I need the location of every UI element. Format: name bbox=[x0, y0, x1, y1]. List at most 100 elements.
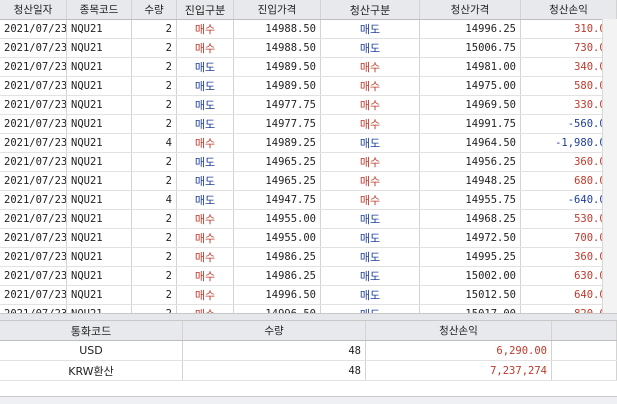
cell-close-date: 2021/07/23 bbox=[0, 171, 67, 191]
cell-entry-side: 매수 bbox=[176, 266, 234, 286]
header-close-date[interactable]: 청산일자 bbox=[0, 0, 67, 20]
summary-header-quantity[interactable]: 수량 bbox=[182, 321, 366, 341]
cell-quantity: 2 bbox=[131, 152, 177, 172]
cell-entry-side: 매수 bbox=[176, 228, 234, 248]
cell-entry-side: 매수 bbox=[176, 133, 234, 153]
cell-exit-side: 매도 bbox=[320, 247, 420, 267]
cell-close-date: 2021/07/23 bbox=[0, 190, 67, 210]
summary-cell-currency: USD bbox=[0, 340, 183, 361]
cell-entry-side: 매수 bbox=[176, 285, 234, 305]
cell-symbol-code: NQU21 bbox=[66, 114, 132, 134]
header-realized-pl[interactable]: 청산손익 bbox=[520, 0, 617, 20]
header-quantity[interactable]: 수량 bbox=[131, 0, 177, 20]
header-exit-price[interactable]: 청산가격 bbox=[419, 0, 521, 20]
cell-exit-price: 14969.50 bbox=[419, 95, 521, 115]
cell-exit-price: 14972.50 bbox=[419, 228, 521, 248]
header-entry-price[interactable]: 진입가격 bbox=[233, 0, 321, 20]
summary-row[interactable]: KRW환산 48 7,237,274 bbox=[0, 360, 617, 381]
trade-rows: 2021/07/23 NQU21 2 매수 14988.50 매도 14996.25 310.… bbox=[0, 19, 617, 324]
summary-header-blank bbox=[551, 321, 617, 341]
cell-symbol-code: NQU21 bbox=[66, 285, 132, 305]
cell-quantity: 2 bbox=[131, 76, 177, 96]
cell-entry-price: 14965.25 bbox=[233, 152, 321, 172]
cell-entry-side: 매수 bbox=[176, 19, 234, 39]
table-row[interactable]: 2021/07/23 NQU21 2 매수 14986.25 매도 14995.25 360.… bbox=[0, 247, 617, 267]
table-row[interactable]: 2021/07/23 NQU21 2 매수 14988.50 매도 14996.25 310.… bbox=[0, 19, 617, 39]
table-row[interactable]: 2021/07/23 NQU21 2 매수 14988.50 매도 15006.75 730.… bbox=[0, 38, 617, 58]
cell-entry-price: 14977.75 bbox=[233, 95, 321, 115]
trade-history-table: 청산일자 종목코드 수량 진입구분 진입가격 청산구분 청산가격 청산손익 20… bbox=[0, 0, 617, 324]
cell-symbol-code: NQU21 bbox=[66, 266, 132, 286]
table-row[interactable]: 2021/07/23 NQU21 2 매수 14986.25 매도 15002.00 630.… bbox=[0, 266, 617, 286]
summary-header-currency[interactable]: 통화코드 bbox=[0, 321, 183, 341]
header-exit-side[interactable]: 청산구분 bbox=[320, 0, 420, 20]
table-row[interactable]: 2021/07/23 NQU21 2 매도 14989.50 매수 14975.00 580.… bbox=[0, 76, 617, 96]
table-row[interactable]: 2021/07/23 NQU21 2 매도 14977.75 매수 14969.50 330.… bbox=[0, 95, 617, 115]
cell-symbol-code: NQU21 bbox=[66, 152, 132, 172]
cell-quantity: 2 bbox=[131, 266, 177, 286]
cell-close-date: 2021/07/23 bbox=[0, 228, 67, 248]
cell-exit-price: 14975.00 bbox=[419, 76, 521, 96]
cell-quantity: 2 bbox=[131, 114, 177, 134]
cell-entry-side: 매도 bbox=[176, 95, 234, 115]
cell-entry-price: 14986.25 bbox=[233, 247, 321, 267]
header-entry-side[interactable]: 진입구분 bbox=[176, 0, 234, 20]
table-row[interactable]: 2021/07/23 NQU21 2 매수 14955.00 매도 14972.50 700.… bbox=[0, 228, 617, 248]
cell-symbol-code: NQU21 bbox=[66, 190, 132, 210]
summary-cell-quantity: 48 bbox=[182, 360, 366, 381]
summary-rows: USD 48 6,290.00 KRW환산 48 7,237,274 bbox=[0, 340, 617, 381]
cell-quantity: 2 bbox=[131, 19, 177, 39]
cell-quantity: 2 bbox=[131, 247, 177, 267]
cell-entry-side: 매수 bbox=[176, 38, 234, 58]
cell-exit-side: 매수 bbox=[320, 76, 420, 96]
cell-exit-side: 매수 bbox=[320, 114, 420, 134]
summary-cell-pl: 6,290.00 bbox=[365, 340, 552, 361]
cell-exit-price: 15006.75 bbox=[419, 38, 521, 58]
table-row[interactable]: 2021/07/23 NQU21 2 매수 14996.50 매도 15012.50 640.… bbox=[0, 285, 617, 305]
cell-close-date: 2021/07/23 bbox=[0, 19, 67, 39]
panel-splitter[interactable] bbox=[0, 313, 617, 321]
summary-header-pl[interactable]: 청산손익 bbox=[365, 321, 552, 341]
header-symbol-code[interactable]: 종목코드 bbox=[66, 0, 132, 20]
cell-symbol-code: NQU21 bbox=[66, 57, 132, 77]
cell-quantity: 4 bbox=[131, 190, 177, 210]
cell-quantity: 4 bbox=[131, 133, 177, 153]
cell-exit-price: 14948.25 bbox=[419, 171, 521, 191]
cell-entry-side: 매도 bbox=[176, 152, 234, 172]
table-row[interactable]: 2021/07/23 NQU21 2 매수 14955.00 매도 14968.25 530.… bbox=[0, 209, 617, 229]
cell-exit-side: 매수 bbox=[320, 152, 420, 172]
cell-symbol-code: NQU21 bbox=[66, 228, 132, 248]
summary-cell-blank bbox=[551, 340, 617, 361]
table-row[interactable]: 2021/07/23 NQU21 4 매수 14989.25 매도 14964.50 -1,9… bbox=[0, 133, 617, 153]
summary-grid: 통화코드 수량 청산손익 USD 48 6,290.00 KRW환산 48 7,237,2… bbox=[0, 321, 617, 381]
cell-exit-side: 매수 bbox=[320, 57, 420, 77]
cell-entry-side: 매도 bbox=[176, 171, 234, 191]
cell-close-date: 2021/07/23 bbox=[0, 247, 67, 267]
cell-entry-price: 14989.50 bbox=[233, 76, 321, 96]
table-row[interactable]: 2021/07/23 NQU21 4 매도 14947.75 매수 14955.75 -640… bbox=[0, 190, 617, 210]
vertical-scrollbar[interactable] bbox=[602, 19, 617, 313]
table-row[interactable]: 2021/07/23 NQU21 2 매도 14977.75 매수 14991.75 -560… bbox=[0, 114, 617, 134]
cell-close-date: 2021/07/23 bbox=[0, 266, 67, 286]
table-row[interactable]: 2021/07/23 NQU21 2 매도 14989.50 매수 14981.00 340.… bbox=[0, 57, 617, 77]
cell-exit-price: 14955.75 bbox=[419, 190, 521, 210]
cell-symbol-code: NQU21 bbox=[66, 247, 132, 267]
summary-row[interactable]: USD 48 6,290.00 bbox=[0, 340, 617, 361]
cell-entry-price: 14955.00 bbox=[233, 228, 321, 248]
summary-cell-blank bbox=[551, 360, 617, 381]
cell-symbol-code: NQU21 bbox=[66, 38, 132, 58]
summary-header-row: 통화코드 수량 청산손익 bbox=[0, 321, 617, 341]
cell-entry-side: 매수 bbox=[176, 209, 234, 229]
table-row[interactable]: 2021/07/23 NQU21 2 매도 14965.25 매수 14948.25 680.… bbox=[0, 171, 617, 191]
cell-entry-price: 14996.50 bbox=[233, 285, 321, 305]
cell-exit-side: 매도 bbox=[320, 228, 420, 248]
table-row[interactable]: 2021/07/23 NQU21 2 매도 14965.25 매수 14956.25 360.… bbox=[0, 152, 617, 172]
cell-exit-price: 14996.25 bbox=[419, 19, 521, 39]
cell-close-date: 2021/07/23 bbox=[0, 95, 67, 115]
cell-symbol-code: NQU21 bbox=[66, 76, 132, 96]
cell-symbol-code: NQU21 bbox=[66, 171, 132, 191]
cell-quantity: 2 bbox=[131, 38, 177, 58]
cell-close-date: 2021/07/23 bbox=[0, 76, 67, 96]
cell-exit-side: 매도 bbox=[320, 266, 420, 286]
cell-symbol-code: NQU21 bbox=[66, 209, 132, 229]
